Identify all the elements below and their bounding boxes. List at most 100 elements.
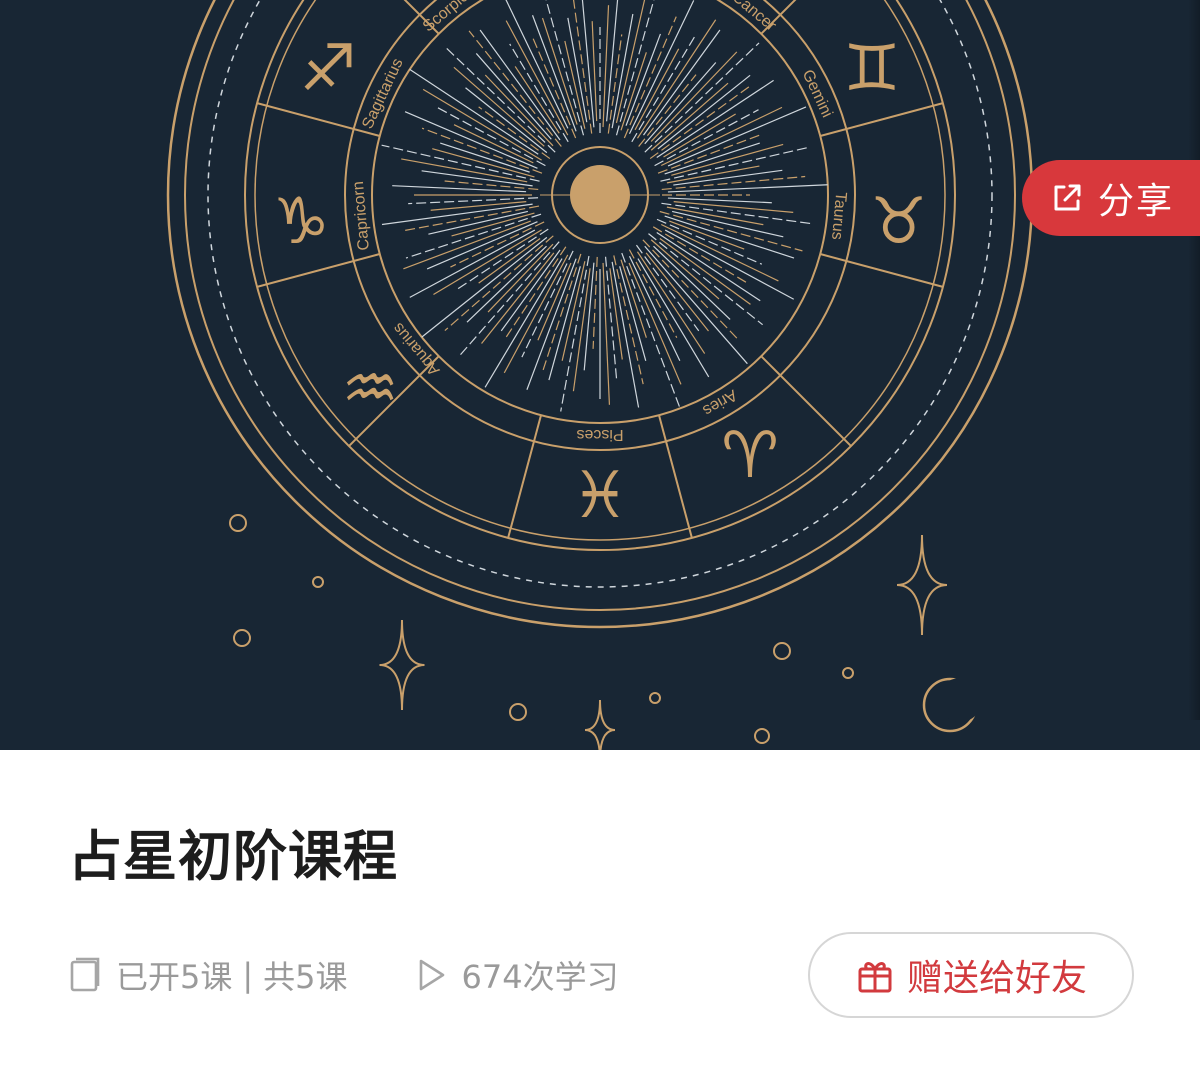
zodiac-glyph: ♑: [272, 185, 329, 259]
sun-ray: [531, 15, 577, 132]
sun-ray: [500, 249, 561, 332]
zodiac-glyph: ♒: [341, 352, 398, 426]
zodiac-glyph: ♐: [299, 32, 356, 106]
sun-ray: [650, 239, 720, 300]
sun-ray: [591, 21, 598, 122]
sun-ray: [405, 213, 542, 259]
sun-ray: [653, 245, 731, 320]
sun-ray: [635, 244, 700, 332]
opened-lessons: 已开5课: [116, 958, 233, 996]
sun-ray: [654, 109, 759, 167]
sun-ray: [401, 158, 528, 183]
zodiac-label: Pisces: [576, 426, 623, 443]
sun-ray: [421, 236, 548, 338]
sun-ray: [615, 0, 646, 123]
sun-ray: [440, 142, 530, 173]
sparkle-star: [584, 699, 616, 750]
zodiac-glyph: ♋: [764, 0, 821, 3]
sun-ray: [478, 106, 551, 160]
decor-dot: [229, 514, 247, 532]
sun-ray: [484, 74, 554, 147]
sun-ray: [430, 201, 527, 211]
sun-ray: [503, 246, 567, 341]
sun-ray: [657, 133, 764, 174]
sun-ray: [381, 203, 533, 226]
share-label: 分享: [1098, 181, 1175, 222]
sun-ray: [409, 229, 536, 298]
meta-separator: |: [242, 956, 254, 994]
moon-shadow: [938, 678, 982, 722]
zodiac-label: Taurus: [828, 191, 849, 240]
sun-ray: [648, 233, 763, 326]
decor-dot: [842, 667, 854, 679]
zodiac-glyph: ♉: [870, 185, 927, 259]
decor-dot: [509, 703, 527, 721]
sun-ray: [611, 261, 640, 408]
scrollbar-edge: [1188, 0, 1200, 720]
sector-divider: [819, 102, 944, 137]
decor-dot: [233, 629, 251, 647]
course-meta: 已开5课 | 共5课 674次学习: [68, 950, 619, 1000]
sun-ray: [644, 42, 760, 153]
book-icon: [70, 957, 100, 992]
study-count: 674次学习: [461, 958, 619, 996]
sun-ray: [444, 235, 554, 331]
decor-dot: [312, 576, 324, 588]
total-lessons: 共5课: [263, 958, 348, 996]
sun-ray: [432, 148, 535, 178]
sun-ray: [456, 228, 549, 291]
sun-ray: [487, 243, 554, 313]
course-cover-image: ♏Scorpio♋Cancer♐Sagittarius♊Gemini♑Capri…: [0, 0, 1200, 750]
sun-ray: [548, 266, 581, 381]
course-title: 占星初阶课程: [68, 825, 398, 888]
gift-label: 赠送给好友: [906, 958, 1087, 999]
sun-ray: [644, 245, 748, 365]
sector-divider: [658, 414, 693, 539]
sun-ray: [667, 184, 828, 193]
sun-ray: [509, 43, 569, 143]
sparkle-star: [379, 619, 425, 711]
sun-ray: [659, 210, 803, 252]
zodiac-glyph: ♊: [843, 32, 900, 106]
sun-ray: [645, 252, 709, 332]
play-icon: [419, 959, 444, 991]
sun-ray: [505, 0, 569, 129]
decor-dot: [773, 642, 791, 660]
lessons-info: 已开5课 | 共5课: [68, 952, 348, 998]
sun-ray: [656, 218, 763, 265]
sun-ray: [661, 106, 783, 167]
zodiac-glyph: ♓: [571, 459, 628, 533]
gift-to-friend-button[interactable]: 赠送给好友: [808, 932, 1134, 1018]
sun-ray: [602, 262, 611, 405]
study-info: 674次学习: [414, 952, 619, 998]
sun-ray: [403, 220, 531, 270]
sun-ray: [671, 143, 784, 176]
sun-ray: [643, 29, 721, 136]
sun-ray: [673, 169, 783, 186]
sun-ray: [560, 255, 590, 412]
zodiac-label: Cancer: [729, 0, 780, 35]
zodiac-label: Scorpio: [420, 0, 473, 35]
sector-divider: [507, 414, 542, 539]
sun-ray: [468, 30, 562, 147]
sun-ray: [628, 262, 682, 385]
share-icon: [1054, 184, 1081, 211]
sun-ray: [661, 175, 806, 191]
zodiac-wheel-illustration: ♏Scorpio♋Cancer♐Sagittarius♊Gemini♑Capri…: [166, 0, 1034, 750]
gift-icon: [858, 962, 892, 993]
sun-ray: [620, 52, 647, 131]
zodiac-label: Aries: [700, 386, 740, 419]
sun-ray: [664, 215, 795, 259]
sun-ray: [660, 147, 807, 182]
share-button[interactable]: 分享: [1022, 160, 1200, 236]
sun-ray: [545, 0, 585, 136]
decor-dot: [754, 728, 770, 744]
sun-ray: [541, 253, 582, 373]
sparkle-star: [896, 534, 948, 636]
decor-dot: [649, 692, 661, 704]
zodiac-glyph: ♈: [721, 419, 778, 493]
sun-ray: [620, 259, 647, 338]
sun-ray: [443, 45, 556, 153]
zodiac-label: Capricorn: [350, 181, 373, 252]
zodiac-glyph: ♏: [378, 0, 435, 3]
